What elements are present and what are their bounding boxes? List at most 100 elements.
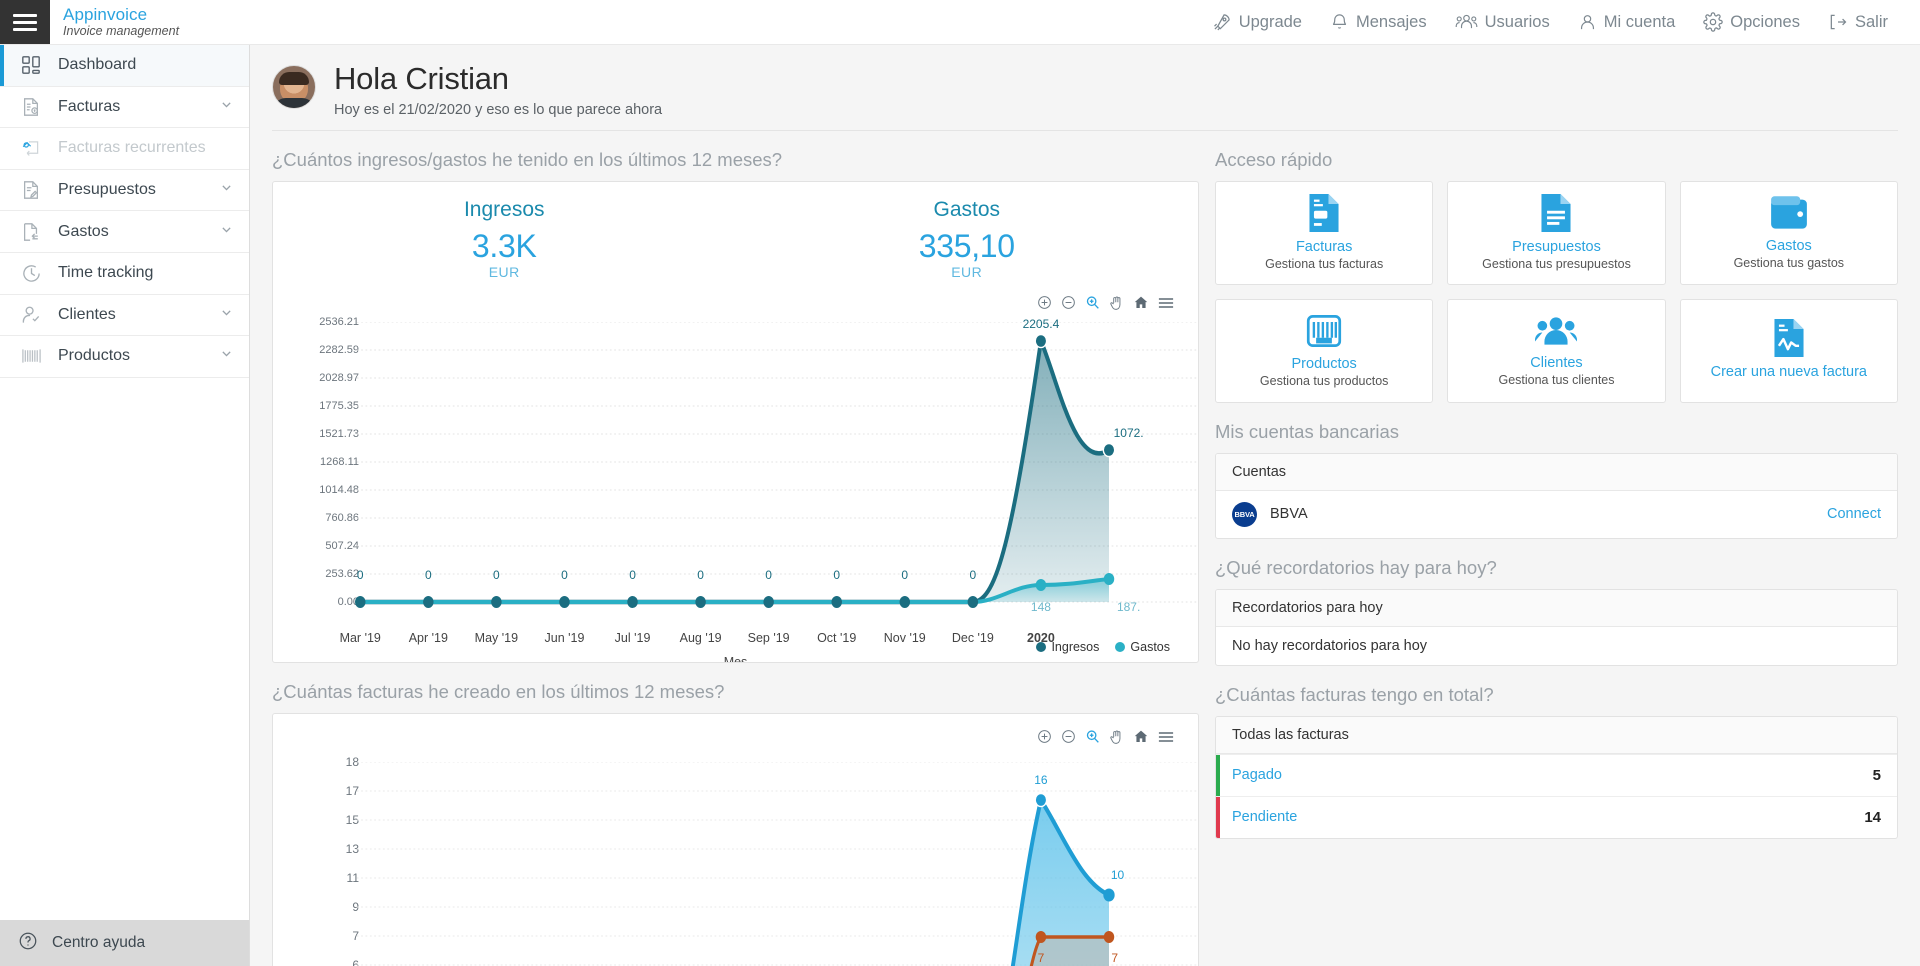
selection-zoom-icon[interactable] bbox=[1085, 295, 1100, 310]
sidebar-item-facturas-recurrentes[interactable]: Facturas recurrentes bbox=[0, 128, 249, 170]
chart1-point-label: 0 bbox=[561, 567, 568, 582]
legend-label: Gastos bbox=[1130, 639, 1170, 654]
quick-access-title: Crear una nueva factura bbox=[1710, 364, 1867, 381]
topnav-label: Upgrade bbox=[1238, 12, 1302, 31]
kpi-value: 3.3K bbox=[471, 227, 537, 264]
sidebar-item-clientes[interactable]: Clientes bbox=[0, 295, 249, 337]
quick-access-title: Presupuestos bbox=[1512, 239, 1601, 256]
home-icon[interactable] bbox=[1133, 729, 1149, 744]
sidebar-item-productos[interactable]: Productos bbox=[0, 336, 249, 378]
topnav-label: Opciones bbox=[1730, 12, 1800, 31]
pan-icon[interactable] bbox=[1109, 729, 1124, 745]
reminders-header: Recordatorios para hoy bbox=[1216, 589, 1897, 627]
bank-connect-link[interactable]: Connect bbox=[1827, 506, 1881, 522]
zoom-in-icon[interactable] bbox=[1037, 295, 1052, 310]
bank-accounts-card: Cuentas BBVA BBVA Connect bbox=[1215, 452, 1898, 539]
quick-access-crear-factura[interactable]: Crear una nueva factura bbox=[1679, 298, 1898, 403]
reminders-card: Recordatorios para hoy No hay recordator… bbox=[1215, 588, 1898, 666]
quick-access-presupuestos[interactable]: Presupuestos Gestiona tus presupuestos bbox=[1447, 180, 1666, 285]
topnav-item-mi-cuenta[interactable]: Mi cuenta bbox=[1564, 0, 1690, 45]
legend-item-ingresos[interactable]: Ingresos bbox=[1036, 640, 1099, 654]
chart2-toolbar bbox=[1037, 729, 1174, 745]
quick-access-productos[interactable]: Productos Gestiona tus productos bbox=[1215, 298, 1434, 403]
chart1-point-label: 2205.4 bbox=[1022, 316, 1060, 331]
reminders-title: ¿Qué recordatorios hay para hoy? bbox=[1215, 556, 1497, 578]
brand[interactable]: Appinvoice Invoice management bbox=[50, 0, 179, 44]
help-center-label: Centro ayuda bbox=[52, 934, 146, 951]
chevron-down-icon bbox=[220, 98, 233, 116]
kpi-currency: EUR bbox=[488, 264, 520, 281]
hamburger-icon bbox=[13, 13, 37, 31]
pan-icon[interactable] bbox=[1109, 295, 1124, 311]
bank-account-name: BBVA bbox=[1270, 506, 1308, 523]
topnav-item-salir[interactable]: Salir bbox=[1814, 0, 1902, 45]
invoice-doc-icon bbox=[1307, 194, 1341, 233]
chart1-point-label: 1072. bbox=[1113, 425, 1144, 440]
quick-access-subtitle: Gestiona tus presupuestos bbox=[1482, 257, 1631, 272]
sidebar-item-label: Gastos bbox=[58, 222, 109, 240]
sidebar-item-gastos[interactable]: Gastos bbox=[0, 211, 249, 253]
sidebar-item-time-tracking[interactable]: Time tracking bbox=[0, 253, 249, 295]
quick-access-subtitle: Gestiona tus facturas bbox=[1265, 257, 1384, 272]
topnav-item-opciones[interactable]: Opciones bbox=[1689, 0, 1814, 45]
bbva-logo-icon: BBVA bbox=[1232, 501, 1257, 527]
greeting-text: Hola Cristian Hoy es el 21/02/2020 y eso… bbox=[334, 59, 662, 118]
bank-account-row[interactable]: BBVA BBVA Connect bbox=[1216, 491, 1897, 538]
topnav-item-upgrade[interactable]: Upgrade bbox=[1198, 0, 1316, 45]
invoice-status-count: 5 bbox=[1872, 766, 1881, 784]
invoice-total-row-pagado[interactable]: Pagado 5 bbox=[1216, 753, 1897, 796]
topnav-item-mensajes[interactable]: Mensajes bbox=[1316, 0, 1441, 45]
invoices-chart-title: ¿Cuántas facturas he creado en los últim… bbox=[272, 680, 725, 702]
invoice-total-row-pendiente[interactable]: Pendiente 14 bbox=[1216, 795, 1897, 838]
quick-access-subtitle: Gestiona tus clientes bbox=[1498, 373, 1615, 388]
sidebar-item-label: Dashboard bbox=[58, 56, 137, 74]
chart2-point-label: 16 bbox=[1034, 772, 1048, 787]
selection-zoom-icon[interactable] bbox=[1085, 729, 1100, 744]
sidebar-item-label: Clientes bbox=[58, 305, 116, 323]
top-bar: Appinvoice Invoice management Upgrade Me… bbox=[0, 0, 1920, 45]
quick-access-clientes[interactable]: Clientes Gestiona tus clientes bbox=[1447, 298, 1666, 403]
chart1-svg bbox=[355, 321, 1198, 608]
body: Dashboard Facturas Facturas recurrentes … bbox=[0, 45, 1920, 966]
wallet-icon bbox=[1770, 195, 1808, 231]
sidebar-item-label: Productos bbox=[58, 347, 131, 365]
clock-icon bbox=[18, 263, 44, 284]
sidebar-item-facturas[interactable]: Facturas bbox=[0, 87, 249, 129]
help-center-button[interactable]: Centro ayuda bbox=[0, 920, 249, 966]
home-icon[interactable] bbox=[1133, 295, 1149, 310]
chart1-point-label: 0 bbox=[356, 567, 364, 582]
menu-icon[interactable] bbox=[1158, 730, 1174, 744]
zoom-in-icon[interactable] bbox=[1037, 729, 1052, 744]
zoom-out-icon[interactable] bbox=[1061, 729, 1076, 744]
menu-icon[interactable] bbox=[1158, 296, 1174, 310]
dashboard-columns: ¿Cuántos ingresos/gastos he tenido en lo… bbox=[250, 131, 1920, 966]
chart2-svg bbox=[356, 761, 1198, 966]
invoice-totals-header: Todas las facturas bbox=[1216, 716, 1897, 754]
chart1-plot: 2536.21 2282.59 2028.97 1775.35 1521.73 … bbox=[273, 316, 1198, 622]
chart1-point-label: 0 bbox=[901, 567, 909, 582]
sidebar-item-presupuestos[interactable]: Presupuestos bbox=[0, 170, 249, 212]
quick-access-grid: Facturas Gestiona tus facturas Presupues… bbox=[1215, 180, 1898, 403]
chart1-point-label: 0 bbox=[424, 567, 432, 582]
chart2-plot: 18 17 15 13 11 9 7 6 4 bbox=[273, 755, 1198, 966]
invoice-icon bbox=[18, 97, 44, 117]
quick-access-gastos[interactable]: Gastos Gestiona tus gastos bbox=[1679, 180, 1898, 285]
sidebar-item-dashboard[interactable]: Dashboard bbox=[0, 45, 249, 87]
barcode-box-icon bbox=[1306, 313, 1342, 349]
topnav-item-usuarios[interactable]: Usuarios bbox=[1441, 0, 1564, 45]
sidebar: Dashboard Facturas Facturas recurrentes … bbox=[0, 45, 250, 966]
invoice-status-count: 14 bbox=[1864, 808, 1881, 826]
chart1-point-label: 0 bbox=[969, 567, 977, 582]
zoom-out-icon[interactable] bbox=[1061, 295, 1076, 310]
legend-item-gastos[interactable]: Gastos bbox=[1115, 640, 1170, 654]
chart1-legend: Ingresos Gastos bbox=[1036, 640, 1170, 654]
quote-doc-icon bbox=[1539, 194, 1573, 233]
quote-icon bbox=[18, 180, 44, 200]
menu-toggle-button[interactable] bbox=[0, 0, 50, 44]
new-invoice-icon bbox=[1772, 319, 1806, 358]
kpi-row: Ingresos 3.3K EUR Gastos 335,10 EUR bbox=[273, 182, 1198, 281]
bell-icon bbox=[1330, 12, 1349, 32]
quick-access-facturas[interactable]: Facturas Gestiona tus facturas bbox=[1215, 180, 1434, 285]
chart1-point-label: 0 bbox=[697, 567, 704, 582]
topnav-label: Salir bbox=[1854, 12, 1888, 31]
